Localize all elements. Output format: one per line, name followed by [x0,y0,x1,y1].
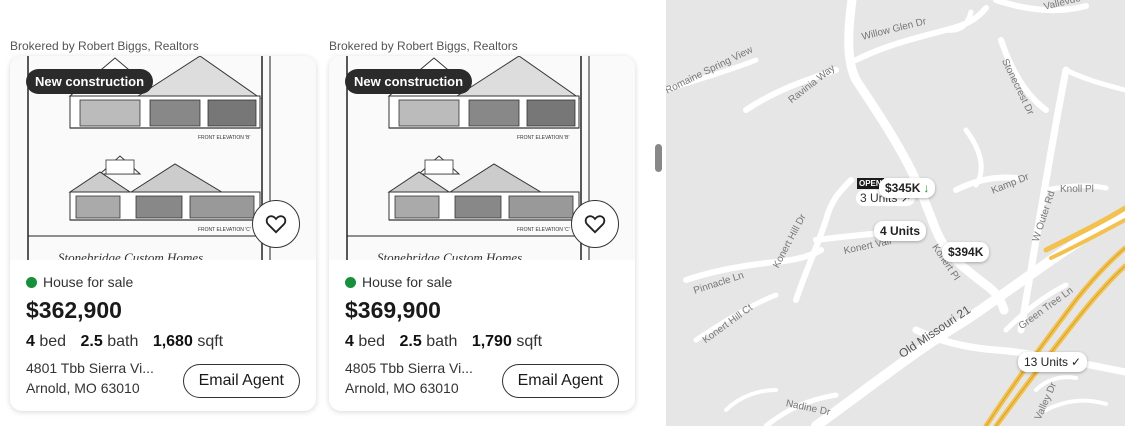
sqft-value: 1,790 [471,333,512,350]
address-line1: 4805 Tbb Sierra Vi... [345,360,473,376]
elevation-caption-bottom: FRONT ELEVATION 'C' [517,227,570,233]
status-text: House for sale [43,274,134,290]
pin-price: $345K [885,181,921,195]
listings-scrollbar-track[interactable] [646,0,666,426]
listings-panel: Brokered by Robert Biggs, Realtors FRONT… [0,0,646,426]
listing-specs: 4 bed 2.5 bath 1,680 sqft [26,333,223,351]
status-text: House for sale [362,274,453,290]
listing-address[interactable]: 4805 Tbb Sierra Vi... Arnold, MO 63010 [345,358,473,398]
check-icon: ✓ [1071,355,1082,369]
listing-card[interactable]: FRONT ELEVATION 'B' FRONT ELEVATION 'C' [10,56,316,411]
baths-value: 2.5 [399,333,422,350]
new-construction-badge: New construction [345,69,473,94]
favorite-button[interactable] [252,200,300,248]
listing-card-wrap: Brokered by Robert Biggs, Realtors FRONT… [329,36,635,411]
baths-value: 2.5 [80,333,103,350]
listing-price: $362,900 [26,297,122,323]
status-dot-icon [345,276,356,288]
map-pin-4-units[interactable]: 4 Units [874,221,927,241]
elevation-caption-top: FRONT ELEVATION 'B' [517,135,570,141]
sqft-label: sqft [197,333,224,350]
broker-label: Brokered by Robert Biggs, Realtors [10,39,199,53]
address-line2: Arnold, MO 63010 [26,380,140,396]
listing-card-wrap: Brokered by Robert Biggs, Realtors FRONT… [10,36,316,411]
street-label: Knoll Pl [1060,184,1094,195]
pin-label: 13 Units [1024,355,1069,369]
new-construction-badge: New construction [26,69,154,94]
email-agent-button[interactable]: Email Agent [182,364,300,398]
elevation-caption-bottom: FRONT ELEVATION 'C' [198,227,251,233]
favorite-button[interactable] [571,200,619,248]
email-agent-button[interactable]: Email Agent [501,364,619,398]
baths-label: bath [426,333,458,350]
heart-icon [265,215,287,234]
status-dot-icon [26,276,37,288]
beds-value: 4 [26,333,35,350]
elevation-caption-top: FRONT ELEVATION 'B' [198,135,251,141]
map-pin-345k[interactable]: $345K ↓ [879,178,936,198]
address-line1: 4801 Tbb Sierra Vi... [26,360,154,376]
sqft-value: 1,680 [152,333,193,350]
map-view[interactable]: Vallevue Dr Willow Glen Dr Romaine Sprin… [666,0,1125,426]
listing-specs: 4 bed 2.5 bath 1,790 sqft [345,333,542,351]
address-line2: Arnold, MO 63010 [345,380,459,396]
map-pin-394k[interactable]: $394K [942,242,990,262]
listings-scrollbar-thumb[interactable] [655,144,662,172]
listing-card[interactable]: FRONT ELEVATION 'B' FRONT ELEVATION 'C' … [329,56,635,411]
listing-status: House for sale [26,274,133,290]
plan-caption: Stonebridge Custom Homes [58,250,203,260]
map-pin-13-units[interactable]: 13 Units ✓ [1018,352,1088,372]
beds-value: 4 [345,333,354,350]
app-root: Brokered by Robert Biggs, Realtors FRONT… [0,0,1125,426]
heart-icon [584,215,606,234]
beds-label: bed [39,333,67,350]
sqft-label: sqft [516,333,543,350]
baths-label: bath [107,333,139,350]
beds-label: bed [358,333,386,350]
price-drop-icon: ↓ [923,181,930,195]
listing-address[interactable]: 4801 Tbb Sierra Vi... Arnold, MO 63010 [26,358,154,398]
listing-price: $369,900 [345,297,441,323]
listing-status: House for sale [345,274,452,290]
broker-label: Brokered by Robert Biggs, Realtors [329,39,518,53]
plan-caption: Stonebridge Custom Homes [377,250,522,260]
